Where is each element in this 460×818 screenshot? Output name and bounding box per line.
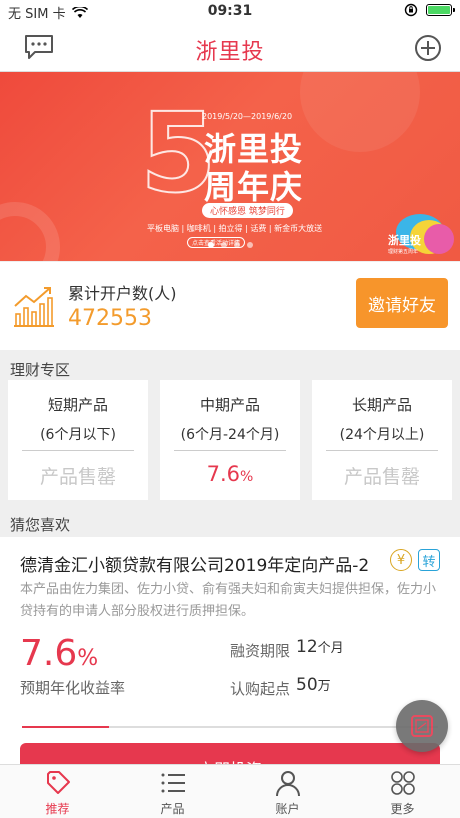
promo-banner[interactable]: 5 2019/5/20—2019/6/20 浙里投 周年庆 心怀感恩 筑梦同行 …: [0, 72, 460, 261]
orientation-lock-icon: [404, 3, 418, 17]
growth-chart-icon: [14, 287, 54, 327]
banner-decor-circle: [300, 72, 420, 152]
funding-progress-fill: [22, 726, 110, 728]
pager-dot[interactable]: [207, 242, 214, 248]
min-unit: 万: [317, 679, 331, 694]
product-status: 产品售罄: [39, 466, 116, 488]
pager-dot[interactable]: [220, 242, 227, 248]
user-icon: [275, 771, 300, 797]
term-unit: 个月: [317, 641, 344, 656]
recommend-tag-icon: [46, 771, 70, 794]
battery-icon: [426, 4, 455, 16]
rate-unit: %: [240, 469, 254, 485]
tab-label: 推荐: [45, 802, 70, 816]
min-number: 50: [296, 675, 318, 695]
tab-label: 更多: [390, 802, 415, 816]
add-circle-icon[interactable]: [414, 34, 442, 62]
term-number: 12: [296, 637, 318, 657]
product-status: 产品售罄: [343, 466, 420, 488]
product-period: (6个月以下): [22, 424, 134, 451]
account-count-value: 472553: [68, 306, 152, 331]
floating-promo-button[interactable]: [396, 700, 448, 752]
min-amount-value: 50万: [296, 675, 331, 695]
status-right: [404, 3, 455, 17]
product-categories: 短期产品 (6个月以下) 产品售罄 中期产品 (6个月-24个月) 7.6% 长…: [0, 380, 460, 500]
banner-pager[interactable]: [0, 242, 460, 248]
recommend-section-title: 猜您喜欢: [10, 516, 71, 534]
product-card-short[interactable]: 短期产品 (6个月以下) 产品售罄: [8, 380, 148, 500]
grid-dots-icon: [390, 771, 415, 795]
banner-slogan: 心怀感恩 筑梦同行: [202, 203, 293, 218]
list-icon: [161, 773, 185, 793]
pager-dot[interactable]: [246, 242, 253, 248]
transfer-badge-icon: 转: [418, 549, 440, 571]
banner-decor-bubble: [424, 224, 454, 254]
tab-label: 产品: [160, 802, 185, 816]
banner-decor-ring: [0, 202, 60, 261]
rate-value: 7.6: [20, 633, 78, 674]
account-stats-panel: 累计开户数(人) 472553 邀请好友: [0, 262, 460, 350]
finance-section-title: 理财专区: [10, 361, 71, 379]
term-label: 融资期限: [230, 642, 291, 660]
product-period: (6个月-24个月): [174, 424, 286, 451]
banner-dates: 2019/5/20—2019/6/20: [202, 112, 293, 121]
page-title: 浙里投: [195, 40, 265, 65]
term-value: 12个月: [296, 637, 344, 657]
tab-products[interactable]: 产品: [115, 765, 230, 818]
banner-headline-2: 周年庆: [204, 168, 304, 206]
app-header: 浙里投: [0, 24, 460, 72]
banner-brand-sub: 理财第五周年: [388, 249, 419, 255]
tab-account[interactable]: 账户: [230, 765, 345, 818]
banner-prizes: 平板电脑 | 咖啡机 | 拍立得 | 话费 | 新金币大放送: [147, 224, 323, 233]
product-name: 长期产品: [351, 396, 412, 414]
rate-label: 预期年化收益率: [20, 679, 126, 697]
recommended-product-card[interactable]: 德清金汇小额贷款有限公司2019年定向产品-2 ¥ 转 本产品由佐力集团、佐力小…: [0, 537, 460, 783]
expected-rate: 7.6%: [20, 633, 98, 674]
product-name: 短期产品: [47, 396, 108, 414]
pager-dot[interactable]: [233, 242, 240, 248]
product-card-medium[interactable]: 中期产品 (6个月-24个月) 7.6%: [160, 380, 300, 500]
product-description: 本产品由佐力集团、佐力小贷、俞有强夫妇和俞寅夫妇提供担保，佐力小贷持有的申请人部…: [20, 582, 437, 619]
coupon-icon: [411, 715, 433, 737]
product-name: 中期产品: [199, 396, 260, 414]
account-count-label: 累计开户数(人): [68, 284, 177, 303]
invite-friends-button[interactable]: 邀请好友: [356, 278, 448, 328]
bottom-tab-bar: 推荐 产品 账户 更多: [0, 764, 460, 818]
tab-recommend[interactable]: 推荐: [0, 765, 115, 818]
tab-label: 账户: [275, 802, 300, 816]
product-rate: 7.6%: [206, 462, 254, 486]
rate-unit: %: [77, 646, 99, 671]
tab-more[interactable]: 更多: [345, 765, 460, 818]
product-card-long[interactable]: 长期产品 (24个月以上) 产品售罄: [312, 380, 452, 500]
funding-progress-bar: [22, 726, 438, 728]
status-time: 09:31: [207, 3, 253, 19]
yuan-badge-icon: ¥: [390, 549, 412, 571]
product-period: (24个月以上): [326, 424, 438, 451]
min-amount-label: 认购起点: [230, 680, 291, 698]
status-bar: 无 SIM 卡 09:31: [0, 0, 460, 24]
product-title: 德清金汇小额贷款有限公司2019年定向产品-2: [20, 556, 370, 576]
